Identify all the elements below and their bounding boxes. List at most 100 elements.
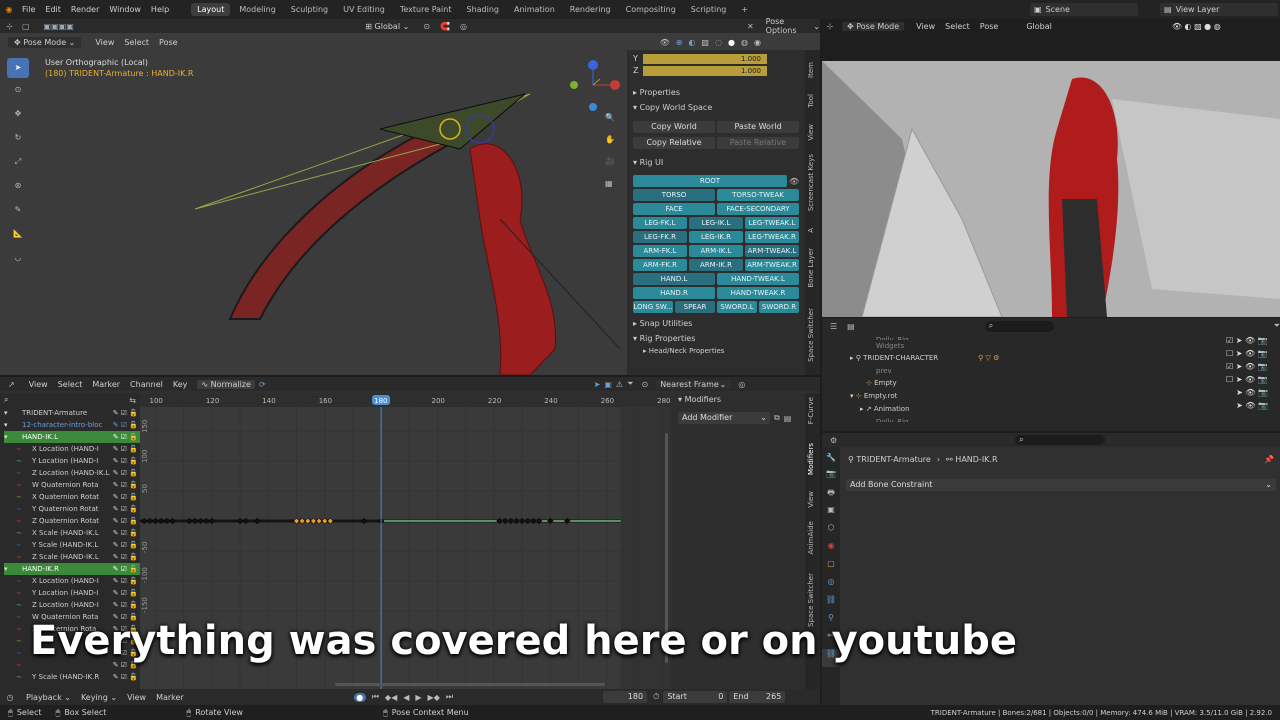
gizmo-icon[interactable]: ⊕ bbox=[676, 38, 683, 47]
tab-modifiers[interactable]: Modifiers bbox=[807, 443, 815, 475]
start-frame-field[interactable]: Start 0 bbox=[663, 691, 728, 703]
channel-fcurve[interactable]: ∼ X Quaternion Rotat ✎ ☑ 🔓 bbox=[4, 491, 140, 503]
channel-fcurve[interactable]: ∼ Y Location (HAND-I ✎ ☑ 🔓 bbox=[4, 455, 140, 467]
snap-icon[interactable]: 🧲 bbox=[440, 22, 450, 31]
shading-icons[interactable]: 👁 ◐ ▧ ● ◍ bbox=[1172, 22, 1221, 31]
rig-layer-button[interactable]: LONG SW... bbox=[633, 301, 673, 313]
only-selected-icon[interactable]: ➤ bbox=[594, 380, 601, 389]
tab-tool[interactable]: Tool bbox=[807, 94, 815, 108]
world-tab-icon[interactable]: ◉ bbox=[822, 541, 840, 559]
rig-layer-button[interactable]: SWORD.R bbox=[759, 301, 799, 313]
rig-layer-button[interactable]: ARM-TWEAK.R bbox=[745, 259, 799, 271]
pose-options[interactable]: Pose Options ⌄ bbox=[766, 17, 820, 35]
scene-selector[interactable]: ▣ Scene bbox=[1030, 3, 1138, 16]
editor-type-icon[interactable]: ☰ bbox=[830, 322, 837, 331]
menu-pose[interactable]: Pose bbox=[159, 38, 178, 47]
eye-icon[interactable]: ∼ bbox=[4, 539, 32, 551]
channel-object[interactable]: ▾ TRIDENT-Armature ✎ ☑ 🔓 bbox=[4, 407, 140, 419]
expand-arrow-icon[interactable]: ▾ bbox=[4, 407, 22, 419]
current-frame-field[interactable]: 180 bbox=[603, 691, 648, 703]
prev-keyframe-icon[interactable]: ◆◀ bbox=[385, 693, 397, 702]
eye-icon[interactable]: ∼ bbox=[4, 587, 32, 599]
mode-selector[interactable]: ✥ Pose Mode bbox=[842, 21, 905, 31]
rig-layer-button[interactable]: TORSO-TWEAK bbox=[717, 189, 799, 201]
rig-layer-button[interactable]: HAND.L bbox=[633, 273, 715, 285]
channel-toggle-icons[interactable]: ✎ ☑ 🔓 bbox=[113, 419, 138, 431]
relax-tool-icon[interactable]: ◡ bbox=[7, 246, 29, 270]
outliner-item-widgets[interactable]: Widgets bbox=[850, 340, 904, 353]
tab-texture-paint[interactable]: Texture Paint bbox=[394, 3, 458, 16]
rig-properties-header[interactable]: ▾ Rig Properties bbox=[633, 334, 805, 343]
scale-tool-icon[interactable]: ⤢ bbox=[7, 150, 29, 174]
tab-f-curve[interactable]: F-Curve bbox=[807, 397, 815, 424]
expand-arrow-icon[interactable]: ▾ bbox=[4, 563, 22, 575]
channel-fcurve[interactable]: ∼ Y Scale (HAND-IK.R ✎ ☑ 🔓 bbox=[4, 671, 140, 683]
channel-fcurve[interactable]: ∼ X Location (HAND-I ✎ ☑ 🔓 bbox=[4, 443, 140, 455]
rig-layer-button[interactable]: SWORD.L bbox=[717, 301, 757, 313]
end-frame-field[interactable]: End 265 bbox=[729, 691, 786, 703]
eye-icon[interactable]: ∼ bbox=[4, 599, 32, 611]
menu-window[interactable]: Window bbox=[109, 5, 141, 14]
rig-layer-button[interactable]: ARM-IK.L bbox=[689, 245, 743, 257]
channel-fcurve[interactable]: ∼ X Location (HAND-I ✎ ☑ 🔓 bbox=[4, 575, 140, 587]
rig-layer-button[interactable]: FACE bbox=[633, 203, 715, 215]
copy-world-space-header[interactable]: ▾ Copy World Space bbox=[633, 103, 805, 112]
channel-toggle-icons[interactable]: ✎ ☑ 🔓 bbox=[113, 539, 138, 551]
shading-solid-icon[interactable]: ● bbox=[728, 38, 735, 47]
menu-key[interactable]: Key bbox=[173, 380, 188, 389]
tab-compositing[interactable]: Compositing bbox=[620, 3, 682, 16]
tab-shading[interactable]: Shading bbox=[460, 3, 505, 16]
channel-fcurve[interactable]: ∼ Z Location (HAND-IK.L ✎ ☑ 🔓 bbox=[4, 467, 140, 479]
menu-edit[interactable]: Edit bbox=[45, 5, 61, 14]
channel-fcurve[interactable]: ∼ Z Quaternion Rotat ✎ ☑ 🔓 bbox=[4, 515, 140, 527]
object-tab-icon[interactable]: ▢ bbox=[822, 559, 840, 577]
channel-toggle-icons[interactable]: ✎ ☑ 🔓 bbox=[113, 467, 138, 479]
filter-icon[interactable]: ⏷ bbox=[1274, 321, 1280, 331]
channel-toggle-icons[interactable]: ✎ ☑ 🔓 bbox=[113, 479, 138, 491]
visibility-icons[interactable]: ➤ 👁 📷 bbox=[1226, 386, 1276, 399]
properties-panel-header[interactable]: ▸ Properties bbox=[633, 88, 805, 97]
rig-layer-button[interactable]: LEG-IK.L bbox=[689, 217, 743, 229]
move-tool-icon[interactable]: ✥ bbox=[7, 102, 29, 126]
only-errors-icon[interactable]: ⚠ bbox=[616, 380, 623, 389]
scene-tab-icon[interactable]: ⬡ bbox=[822, 523, 840, 541]
menu-select[interactable]: Select bbox=[124, 38, 149, 47]
rig-ui-header[interactable]: ▾ Rig UI bbox=[633, 158, 805, 167]
play-reverse-icon[interactable]: ◀ bbox=[403, 693, 409, 702]
normalize-toggle[interactable]: ∿ Normalize bbox=[197, 379, 255, 389]
menu-file[interactable]: File bbox=[22, 5, 35, 14]
view-layer-tab-icon[interactable]: ▣ bbox=[822, 505, 840, 523]
pivot-icon[interactable]: ⊙ bbox=[641, 380, 648, 389]
rig-layer-button[interactable]: ARM-TWEAK.L bbox=[745, 245, 799, 257]
select-mode-icons[interactable]: ▣▣▣▣ bbox=[32, 22, 85, 31]
menu-select[interactable]: Select bbox=[58, 380, 83, 389]
tab-screencast-keys[interactable]: Screencast Keys bbox=[807, 154, 815, 211]
outliner-item-animation[interactable]: Animation bbox=[874, 403, 910, 416]
eye-icon[interactable]: ∼ bbox=[4, 467, 32, 479]
menu-marker[interactable]: Marker bbox=[92, 380, 120, 389]
refresh-icon[interactable]: ⟳ bbox=[259, 380, 266, 389]
rig-layer-button[interactable]: TORSO bbox=[633, 189, 715, 201]
channel-fcurve[interactable]: ∼ W Quaternion Rota ✎ ☑ 🔓 bbox=[4, 479, 140, 491]
tab-a[interactable]: A bbox=[807, 228, 815, 233]
grid-icon[interactable]: ▦ bbox=[605, 179, 613, 201]
add-workspace-icon[interactable]: + bbox=[735, 3, 754, 16]
zoom-icon[interactable]: 🔍 bbox=[605, 113, 615, 135]
rotate-tool-icon[interactable]: ↻ bbox=[7, 126, 29, 150]
channel-toggle-icons[interactable]: ✎ ☑ 🔓 bbox=[113, 671, 138, 683]
channel-toggle-icons[interactable]: ✎ ☑ 🔓 bbox=[113, 443, 138, 455]
rig-layer-button[interactable]: LEG-TWEAK.L bbox=[745, 217, 799, 229]
tab-view[interactable]: View bbox=[807, 124, 815, 141]
expand-arrow-icon[interactable]: ▾ bbox=[4, 419, 22, 431]
transform-tool-icon[interactable]: ⊛ bbox=[7, 174, 29, 198]
shading-material-icon[interactable]: ◍ bbox=[741, 38, 748, 47]
camera-icon[interactable]: 🎥 bbox=[605, 157, 615, 179]
eye-icon[interactable]: ∼ bbox=[4, 527, 32, 539]
expand-arrow-icon[interactable]: ▾ bbox=[4, 431, 22, 443]
rig-layer-button[interactable]: ARM-FK.R bbox=[633, 259, 687, 271]
channel-action[interactable]: ▾12-character-intro-blocking-04 ✎ ☑ 🔓 bbox=[4, 419, 140, 431]
channel-toggle-icons[interactable]: ✎ ☑ 🔓 bbox=[113, 455, 138, 467]
filter-icon[interactable]: ⏷ bbox=[627, 379, 633, 389]
display-mode-icon[interactable]: ▤ bbox=[847, 322, 855, 331]
y-field[interactable]: 1.000 bbox=[643, 53, 767, 64]
